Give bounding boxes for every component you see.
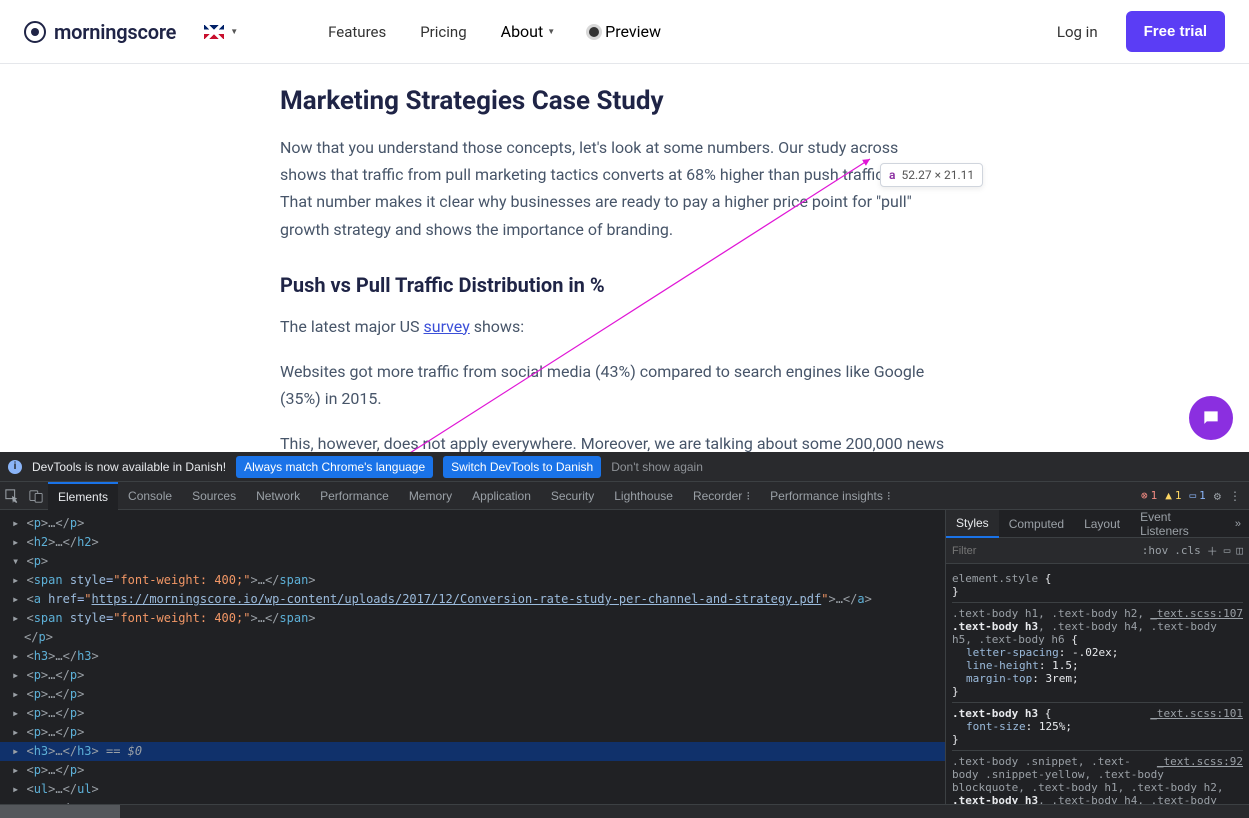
cls-toggle[interactable]: .cls [1174,544,1201,557]
device-icon[interactable]: ▭ [1224,544,1231,557]
nav-right: Log in Free trial [1057,11,1225,52]
article-h2: Marketing Strategies Case Study [280,86,960,116]
styles-tab-layout[interactable]: Layout [1074,510,1130,538]
free-trial-button[interactable]: Free trial [1126,11,1225,52]
language-switcher[interactable]: ▼ [204,25,238,39]
nav-features[interactable]: Features [328,23,386,41]
switch-language-button[interactable]: Switch DevTools to Danish [443,456,601,478]
warning-badge[interactable]: ▲ 1 [1165,489,1181,502]
brand-icon [24,21,46,43]
horizontal-scrollbar[interactable] [0,804,1249,818]
sidebar-toggle-icon[interactable]: ◫ [1236,544,1243,557]
tab-security[interactable]: Security [541,482,604,510]
styles-tab-styles[interactable]: Styles [946,510,999,538]
selected-dom-node[interactable]: ▸ <h3>…</h3> == $0 [0,742,945,761]
tab-network[interactable]: Network [246,482,310,510]
infobar-msg: DevTools is now available in Danish! [32,460,226,474]
tab-application[interactable]: Application [462,482,541,510]
styles-filter-input[interactable] [952,545,1136,557]
source-file-link[interactable]: _text.scss:107 [1150,607,1243,620]
tab-memory[interactable]: Memory [399,482,462,510]
nav-preview[interactable]: Preview [589,22,661,41]
devtools-tabs: Elements Console Sources Network Perform… [0,482,1249,510]
nav-links: Features Pricing About ▼ Preview [328,22,661,41]
tab-insights[interactable]: Performance insights⁝ [760,482,901,510]
styles-tab-computed[interactable]: Computed [999,510,1074,538]
brand-text: morningscore [54,20,176,44]
chat-fab[interactable] [1189,396,1233,440]
chat-icon [1201,408,1221,428]
dom-panel[interactable]: ▸ <p>…</p> ▸ <h2>…</h2> ▾ <p> ▸ <span st… [0,510,945,804]
message-badge[interactable]: ▭ 1 [1190,489,1206,502]
gear-icon[interactable]: ⚙ [1214,489,1221,503]
source-file-link[interactable]: _text.scss:92 [1157,755,1243,768]
chevron-right-icon[interactable]: » [1227,518,1249,530]
source-file-link[interactable]: _text.scss:101 [1150,707,1243,720]
article-h3: Push vs Pull Traffic Distribution in % [280,273,960,297]
href-url[interactable]: https://morningscore.io/wp-content/uploa… [92,592,822,606]
dont-show-again[interactable]: Don't show again [611,460,703,474]
article-p1: Now that you understand those concepts, … [280,134,960,243]
error-badge[interactable]: ⊗ 1 [1141,489,1157,502]
device-toggle-icon[interactable] [24,489,48,503]
caret-down-icon: ▼ [230,27,238,36]
tab-performance[interactable]: Performance [310,482,399,510]
tab-lighthouse[interactable]: Lighthouse [604,482,683,510]
page-content: Marketing Strategies Case Study Now that… [0,64,1249,452]
tab-console[interactable]: Console [118,482,182,510]
tab-sources[interactable]: Sources [182,482,246,510]
caret-down-icon: ▼ [547,27,555,36]
hov-toggle[interactable]: :hov [1142,544,1169,557]
article: Marketing Strategies Case Study Now that… [280,64,960,452]
article-p3: Websites got more traffic from social me… [280,358,960,412]
tab-elements[interactable]: Elements [48,482,118,510]
info-icon: i [8,460,22,474]
devtools: i DevTools is now available in Danish! A… [0,452,1249,818]
styles-tab-listeners[interactable]: Event Listeners [1130,510,1227,538]
flag-uk-icon [204,25,224,39]
match-language-button[interactable]: Always match Chrome's language [236,456,433,478]
article-p4: This, however, does not apply everywhere… [280,430,960,452]
tooltip-dims: 52.27 × 21.11 [901,168,974,182]
plus-icon[interactable]: ＋ [1207,543,1218,559]
article-p2: The latest major US survey shows: [280,313,960,340]
inspect-tool-icon[interactable] [0,489,24,503]
styles-panel: Styles Computed Layout Event Listeners »… [945,510,1249,804]
tooltip-tag: a [889,168,895,182]
survey-link[interactable]: survey [424,317,470,336]
nav-login[interactable]: Log in [1057,23,1098,41]
inspect-tooltip: a 52.27 × 21.11 [880,163,983,187]
devtools-infobar: i DevTools is now available in Danish! A… [0,452,1249,482]
tab-recorder[interactable]: Recorder⁝ [683,482,760,510]
brand[interactable]: morningscore [24,20,176,44]
nav-about[interactable]: About ▼ [501,22,556,41]
nav-pricing[interactable]: Pricing [420,23,466,41]
pulse-icon [589,27,599,37]
devtools-status: ⊗ 1 ▲ 1 ▭ 1 ⚙ ⋮ [1141,489,1249,503]
kebab-icon[interactable]: ⋮ [1229,489,1241,503]
css-rules[interactable]: element.style {} _text.scss:107 .text-bo… [946,564,1249,804]
top-nav: morningscore ▼ Features Pricing About ▼ … [0,0,1249,64]
